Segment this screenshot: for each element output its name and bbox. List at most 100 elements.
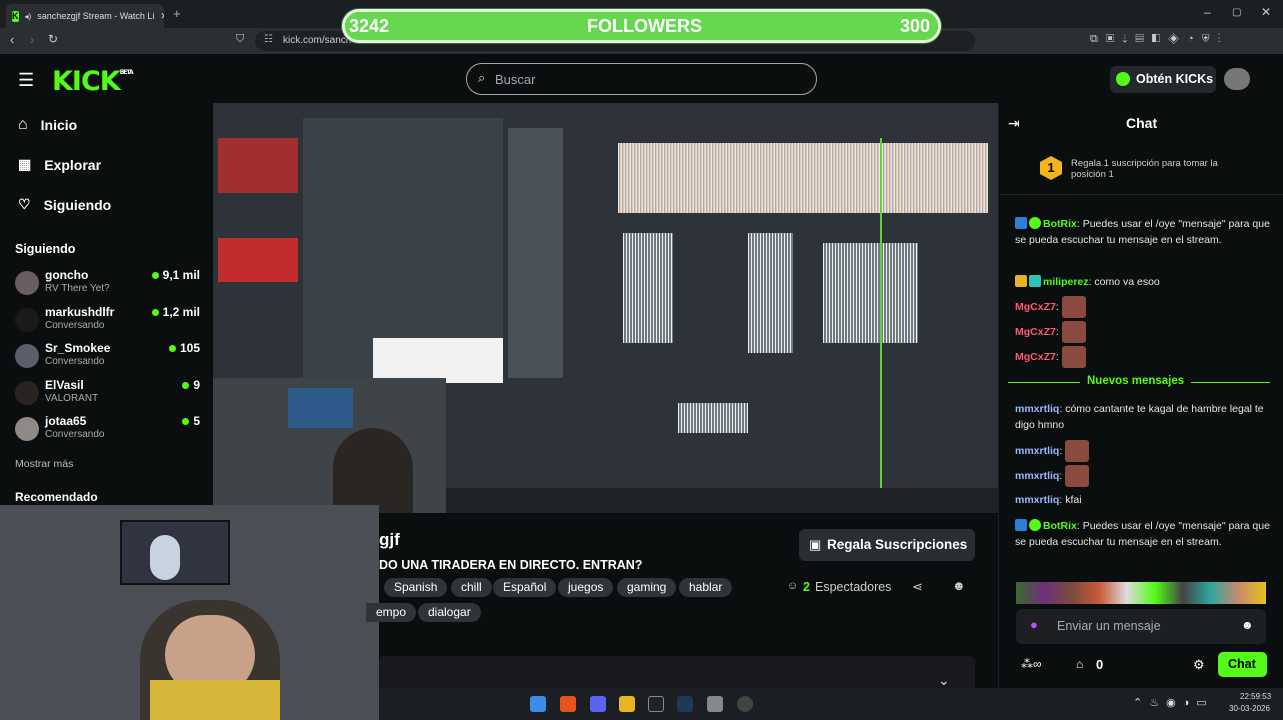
waveform-track-3 bbox=[748, 233, 793, 353]
obs-icon[interactable] bbox=[737, 696, 753, 712]
gift-subs-button[interactable]: Regala Suscripciones bbox=[799, 529, 975, 561]
user-avatar[interactable] bbox=[1224, 68, 1250, 90]
extensions-toolbar[interactable]: ⧉▣⇣▤◧◈◔⛨⋮ bbox=[1090, 33, 1228, 46]
about-panel[interactable] bbox=[379, 656, 975, 688]
channel-sr-smokee[interactable]: Sr_Smokee Conversando 105 bbox=[15, 341, 200, 377]
playhead bbox=[880, 138, 882, 488]
nav-siguiendo[interactable]: ♡ Siguiendo bbox=[18, 196, 111, 213]
channel-elvasil[interactable]: ElVasil VALORANT 9 bbox=[15, 378, 200, 414]
kick-logo[interactable]: KICKBETA bbox=[52, 66, 134, 97]
site-info-icon[interactable]: ☷ bbox=[264, 34, 273, 45]
tag-juegos[interactable]: juegos bbox=[558, 578, 614, 597]
viewer-count: 9 bbox=[182, 378, 200, 392]
emote-icon bbox=[1065, 440, 1090, 462]
send-chat-button[interactable]: Chat bbox=[1218, 652, 1267, 677]
chat-username[interactable]: mmxrtliq bbox=[1015, 470, 1059, 482]
streamer-name[interactable]: gjf bbox=[379, 530, 400, 550]
viewer-count: 2 bbox=[803, 580, 810, 594]
waveform-track-4 bbox=[823, 243, 918, 343]
points-icon[interactable]: ⁂∞ bbox=[1021, 657, 1042, 671]
close-tab-icon[interactable]: ✕ bbox=[160, 11, 164, 22]
chat-username[interactable]: MgCxZ7 bbox=[1015, 326, 1056, 338]
steam-icon[interactable] bbox=[677, 696, 693, 712]
webcam-overlay bbox=[0, 505, 379, 720]
chat-settings-icon[interactable]: ⚙ bbox=[1193, 657, 1205, 673]
nav-inicio[interactable]: ⌂ Inicio bbox=[18, 116, 77, 134]
chat-text: como va esoo bbox=[1094, 276, 1160, 288]
microphone-icon[interactable]: ● bbox=[1030, 617, 1038, 632]
search-input[interactable]: Buscar bbox=[466, 63, 817, 95]
chat-username[interactable]: mmxrtliq bbox=[1015, 403, 1059, 415]
emoji-icon[interactable]: ☻ bbox=[1241, 618, 1254, 632]
avatar bbox=[15, 308, 39, 332]
channel-name: ElVasil bbox=[45, 378, 84, 392]
browser-tab[interactable]: K ◂) sanchezgjf Stream - Watch Li ✕ bbox=[6, 4, 164, 28]
follow-icon[interactable]: ☻ bbox=[952, 578, 966, 593]
crown-badge-icon bbox=[1015, 275, 1027, 287]
kicks-coin-icon bbox=[1116, 72, 1130, 86]
avatar bbox=[15, 344, 39, 368]
chevron-down-icon[interactable]: ⌄ bbox=[938, 672, 950, 689]
chat-input[interactable]: Enviar un mensaje bbox=[1016, 609, 1266, 644]
chat-username[interactable]: mmxrtliq bbox=[1015, 445, 1059, 457]
bookmark-icon[interactable]: ⛉ bbox=[236, 33, 244, 46]
chat-username[interactable]: MgCxZ7 bbox=[1015, 351, 1056, 363]
back-icon[interactable]: ‹ bbox=[10, 32, 14, 47]
tag-dialogar[interactable]: dialogar bbox=[418, 603, 481, 622]
chat-username[interactable]: MgCxZ7 bbox=[1015, 301, 1056, 313]
minimize-icon[interactable]: – bbox=[1204, 5, 1211, 19]
store-icon[interactable]: ⌂ bbox=[1076, 657, 1083, 671]
maximize-icon[interactable]: ▢ bbox=[1232, 7, 1241, 18]
cam-person bbox=[333, 428, 413, 513]
chat-username[interactable]: BotRix bbox=[1043, 218, 1077, 230]
epic-games-icon[interactable] bbox=[648, 696, 664, 712]
search-icon: ⌕ bbox=[478, 70, 486, 85]
following-heading: Siguiendo bbox=[15, 242, 76, 256]
windows-start-icon[interactable] bbox=[530, 696, 546, 712]
channel-jotaa65[interactable]: jotaa65 Conversando 5 bbox=[15, 414, 200, 450]
folder-icon[interactable] bbox=[619, 696, 635, 712]
show-more-link[interactable]: Mostrar más bbox=[15, 458, 73, 470]
home-icon: ⌂ bbox=[18, 116, 28, 133]
clock-date: 30-03-2026 bbox=[1229, 704, 1270, 713]
reload-icon[interactable]: ↻ bbox=[48, 32, 58, 46]
chat-message: MgCxZ7: bbox=[1015, 321, 1270, 343]
chat-username[interactable]: mmxrtliq bbox=[1015, 494, 1059, 506]
brave-icon[interactable] bbox=[560, 696, 576, 712]
tag-spanish[interactable]: Spanish bbox=[384, 578, 448, 597]
system-tray[interactable]: ⌃♨◉◑▭ bbox=[1133, 696, 1214, 709]
chat-message: BotRix: Puedes usar el /oye "mensaje" pa… bbox=[1015, 519, 1270, 548]
nav-explorar[interactable]: ▦ Explorar bbox=[18, 156, 101, 173]
menu-icon[interactable]: ☰ bbox=[18, 70, 34, 91]
collapse-chat-icon[interactable]: ⇥ bbox=[1008, 115, 1020, 132]
tag-hablar[interactable]: hablar bbox=[679, 578, 733, 597]
new-tab-icon[interactable]: + bbox=[173, 6, 181, 21]
chat-username[interactable]: miliperez bbox=[1043, 276, 1089, 288]
waveform-track-1 bbox=[618, 143, 988, 213]
explore-icon: ▦ bbox=[18, 156, 32, 172]
channel-name: jotaa65 bbox=[45, 414, 87, 428]
video-player[interactable] bbox=[213, 103, 998, 513]
viewers-icon: ☺ bbox=[787, 580, 799, 592]
chat-username[interactable]: BotRix bbox=[1043, 520, 1077, 532]
viewer-count: 9,1 mil bbox=[152, 268, 200, 282]
discord-icon[interactable] bbox=[590, 696, 606, 712]
close-window-icon[interactable]: ✕ bbox=[1261, 5, 1271, 19]
settings-icon[interactable] bbox=[707, 696, 723, 712]
tag-gaming[interactable]: gaming bbox=[617, 578, 677, 597]
tag-chill[interactable]: chill bbox=[451, 578, 492, 597]
channel-name: goncho bbox=[45, 268, 89, 282]
nav-label: Explorar bbox=[44, 156, 102, 173]
sub-badge-icon bbox=[1029, 275, 1041, 287]
channel-name: Sr_Smokee bbox=[45, 341, 111, 355]
speaker-icon: ◂) bbox=[24, 11, 32, 21]
followers-goal-bar: 3242 FOLLOWERS 300 bbox=[342, 9, 941, 43]
channel-goncho[interactable]: goncho RV There Yet? 9,1 mil bbox=[15, 268, 200, 304]
forward-icon[interactable]: › bbox=[30, 32, 34, 47]
share-icon[interactable]: ⋖ bbox=[912, 579, 923, 595]
tag-espanol[interactable]: Español bbox=[493, 578, 557, 597]
tag-tiempo[interactable]: empo bbox=[366, 603, 417, 622]
channel-markushdlfr[interactable]: markushdlfr Conversando 1,2 mil bbox=[15, 305, 200, 341]
emote-bar[interactable] bbox=[1016, 582, 1266, 604]
emote-icon bbox=[1061, 296, 1086, 318]
